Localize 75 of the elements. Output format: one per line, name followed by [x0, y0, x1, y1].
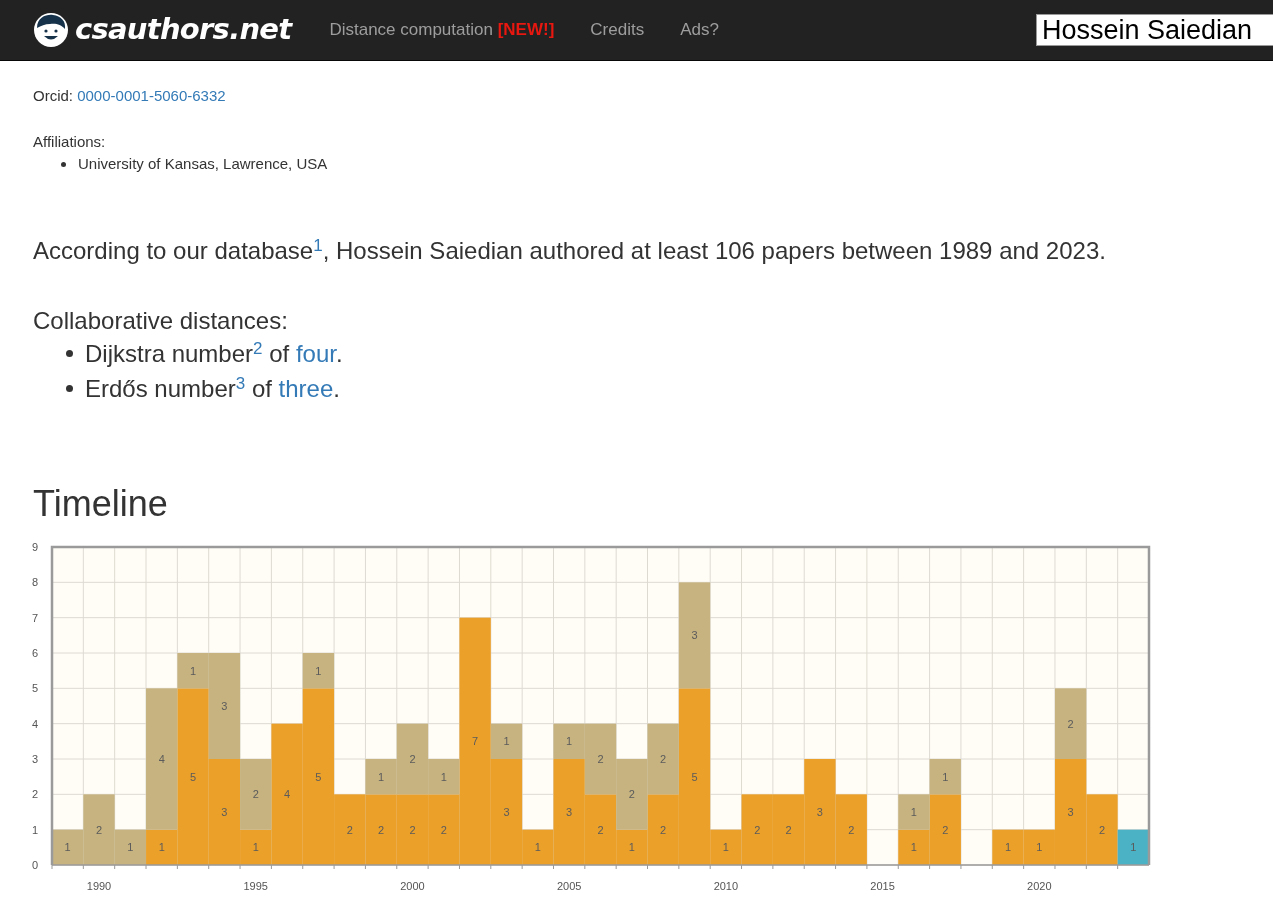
timeline-heading: Timeline [33, 484, 169, 524]
y-tick-label: 0 [31, 859, 38, 871]
bar-value-label: 5 [691, 770, 698, 783]
y-tick-label: 7 [31, 611, 38, 624]
y-tick-label: 8 [31, 576, 38, 589]
bar-value-label: 2 [628, 788, 635, 801]
bar-value-label: 2 [942, 823, 949, 836]
bar-value-label: 1 [534, 841, 541, 854]
bar-value-label: 2 [440, 823, 447, 836]
bar-value-label: 2 [597, 753, 604, 765]
bar-value-label: 2 [378, 823, 385, 836]
bar-value-label: 3 [503, 806, 510, 818]
bar-value-label: 1 [440, 770, 447, 783]
bar-value-label: 2 [597, 823, 604, 836]
bar-value-label: 2 [660, 823, 667, 836]
y-tick-label: 5 [31, 682, 38, 695]
bar-value-label: 3 [221, 806, 228, 818]
bar-value-label: 1 [628, 841, 635, 854]
y-tick-label: 9 [31, 541, 38, 553]
bar-value-label: 2 [252, 788, 259, 801]
bar-value-label: 2 [785, 823, 792, 836]
bar-value-label: 3 [566, 806, 573, 818]
y-tick-label: 6 [31, 647, 38, 659]
bar-value-label: 2 [409, 753, 416, 765]
orcid-line: Orcid: 0000-0001-5060-6332 [33, 86, 227, 106]
distance-sentence: Dijkstra number$^{2}$ of four. [85, 337, 343, 369]
bar-value-label: 1 [722, 841, 729, 854]
bar-value-label: 7 [472, 735, 479, 748]
y-tick-label: 4 [31, 717, 38, 730]
y-tick-label: 2 [31, 788, 38, 801]
bar-value-label: 2 [346, 823, 353, 836]
bar-value-label: 5 [190, 770, 197, 783]
bar-value-label: 2 [1098, 823, 1106, 836]
distances-heading: Collaborative distances: [33, 306, 289, 336]
bar-value-label: 1 [64, 841, 71, 854]
affiliation-text: University of Kansas, Lawrence, USA [78, 154, 328, 174]
bar-value-label: 1 [1004, 841, 1011, 854]
bar-value-label: 2 [1067, 717, 1074, 730]
bar-value-label: 2 [660, 753, 667, 765]
x-tick-label: 1990 [86, 880, 112, 892]
bar-value-label: 4 [284, 788, 291, 801]
bar-value-label: 2 [754, 823, 761, 836]
x-tick-label: 2015 [870, 880, 895, 892]
bar-value-label: 1 [378, 770, 385, 783]
x-tick-label: 2020 [1027, 880, 1052, 892]
x-tick-label: 2010 [713, 880, 739, 892]
bar-value-label: 1 [942, 770, 949, 783]
bar-value-label: 1 [190, 664, 197, 677]
x-tick-label: 2000 [400, 880, 425, 892]
bar-value-label: 5 [315, 770, 322, 783]
bar-value-label: 1 [910, 806, 917, 818]
summary-sentence: According to our database$^{1}$, Hossein Saiedian authored at least 106 papers between 1989 and 2023. [33, 236, 1107, 266]
bar-value-label: 1 [252, 841, 259, 854]
affiliations-label: Affiliations: [33, 132, 107, 152]
bar-value-label: 1 [1130, 841, 1137, 854]
bar-value-label: 1 [158, 841, 165, 854]
bar-value-label: 3 [816, 806, 823, 818]
bar-value-label: 1 [1036, 841, 1043, 854]
bar-value-label: 4 [158, 753, 165, 765]
y-tick-label: 3 [31, 753, 38, 765]
bar-value-label: 1 [910, 841, 917, 854]
bar-value-label: 1 [503, 735, 510, 748]
bar-value-label: 3 [691, 629, 698, 642]
x-tick-label: 1995 [243, 880, 268, 892]
x-tick-label: 2005 [556, 880, 582, 892]
bar-value-label: 2 [409, 823, 416, 836]
bar-value-label: 1 [127, 841, 134, 854]
distance-sentence: Erdős number$^{3}$ of three. [85, 372, 340, 404]
bar-value-label: 3 [1067, 806, 1074, 818]
bar-value-label: 1 [315, 664, 322, 677]
bar-value-label: 3 [221, 700, 228, 712]
y-tick-label: 1 [31, 823, 38, 836]
bar-value-label: 1 [566, 735, 573, 748]
bar-value-label: 2 [95, 823, 103, 836]
bar-value-label: 2 [848, 823, 855, 836]
